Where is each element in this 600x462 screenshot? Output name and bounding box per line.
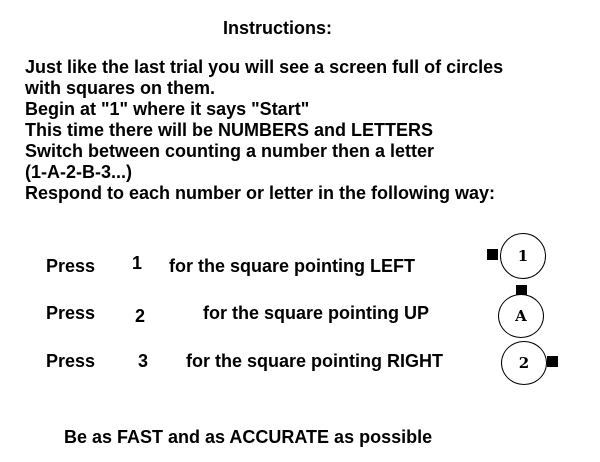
instruction-line: with squares on them.: [25, 78, 216, 98]
key-number-1: 1: [132, 253, 143, 273]
mapping-text-left: for the square pointing LEFT: [169, 256, 415, 276]
key-number-2: 2: [135, 306, 146, 326]
instruction-line: Begin at "1" where it says "Start": [25, 99, 310, 119]
instruction-line: Respond to each number or letter in the …: [25, 183, 496, 203]
instruction-line: Switch between counting a number then a …: [25, 141, 435, 161]
mapping-text-right: for the square pointing RIGHT: [186, 351, 443, 371]
circle-target-a: A: [498, 294, 544, 338]
press-label-3: Press: [46, 351, 96, 371]
instruction-line: (1-A-2-B-3...): [25, 162, 132, 182]
circle-target-1: 1: [500, 233, 546, 279]
press-label-1: Press: [46, 256, 96, 276]
instruction-line: Just like the last trial you will see a …: [25, 57, 504, 77]
square-pointer-left: [487, 249, 498, 260]
instructions-title: Instructions:: [222, 18, 332, 38]
circle-label: A: [515, 307, 527, 325]
circle-target-2: 2: [501, 341, 547, 385]
footer-instruction: Be as FAST and as ACCURATE as possible: [64, 427, 433, 447]
mapping-text-up: for the square pointing UP: [203, 303, 430, 323]
key-number-3: 3: [138, 351, 149, 371]
instruction-line: This time there will be NUMBERS and LETT…: [25, 120, 434, 140]
circle-label: 1: [517, 247, 529, 265]
press-label-2: Press: [46, 303, 96, 323]
instructions-body: Just like the last trial you will see a …: [25, 57, 595, 204]
circle-label: 2: [518, 354, 530, 372]
square-pointer-right: [547, 356, 558, 367]
